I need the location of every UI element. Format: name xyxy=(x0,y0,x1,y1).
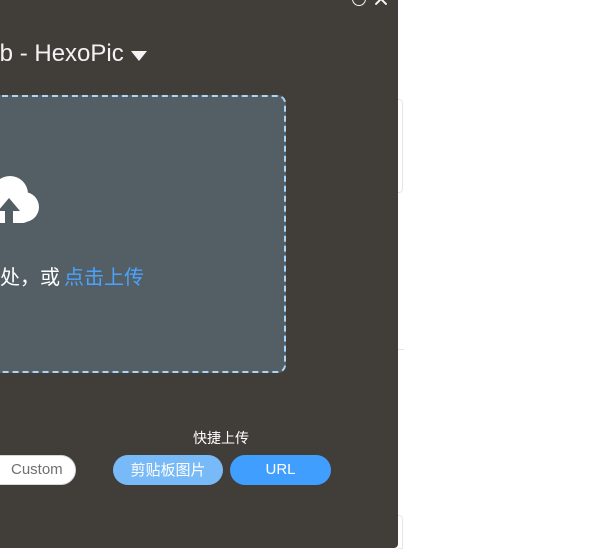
click-upload-link[interactable]: 点击上传 xyxy=(64,265,144,289)
upload-drop-zone[interactable]: 处，或 点击上传 xyxy=(0,95,286,373)
background-card-top xyxy=(398,99,403,193)
close-icon[interactable] xyxy=(374,0,388,6)
custom-button[interactable]: Custom xyxy=(0,455,76,485)
upload-hint: 处，或 点击上传 xyxy=(0,261,144,293)
cloud-upload-icon xyxy=(0,176,42,228)
clipboard-image-button[interactable]: 剪贴板图片 xyxy=(113,455,223,485)
quick-upload-title: 快捷上传 xyxy=(193,431,249,447)
picgo-upload-window: lub - HexoPic 处，或 点击上传 快捷上传 Custom 剪贴板图片… xyxy=(0,0,398,548)
minimize-icon[interactable] xyxy=(352,0,366,6)
window-controls xyxy=(346,0,398,8)
background-divider xyxy=(398,349,404,350)
screen: lub - HexoPic 处，或 点击上传 快捷上传 Custom 剪贴板图片… xyxy=(0,0,599,549)
url-upload-button[interactable]: URL xyxy=(230,455,331,485)
background-card-bottom xyxy=(398,515,403,549)
chevron-down-icon xyxy=(130,51,147,61)
picbed-selector[interactable]: lub - HexoPic xyxy=(0,38,201,70)
upload-hint-prefix: 处，或 xyxy=(0,265,60,289)
picbed-title: lub - HexoPic xyxy=(0,40,124,67)
upload-arrow-stem xyxy=(5,210,13,228)
